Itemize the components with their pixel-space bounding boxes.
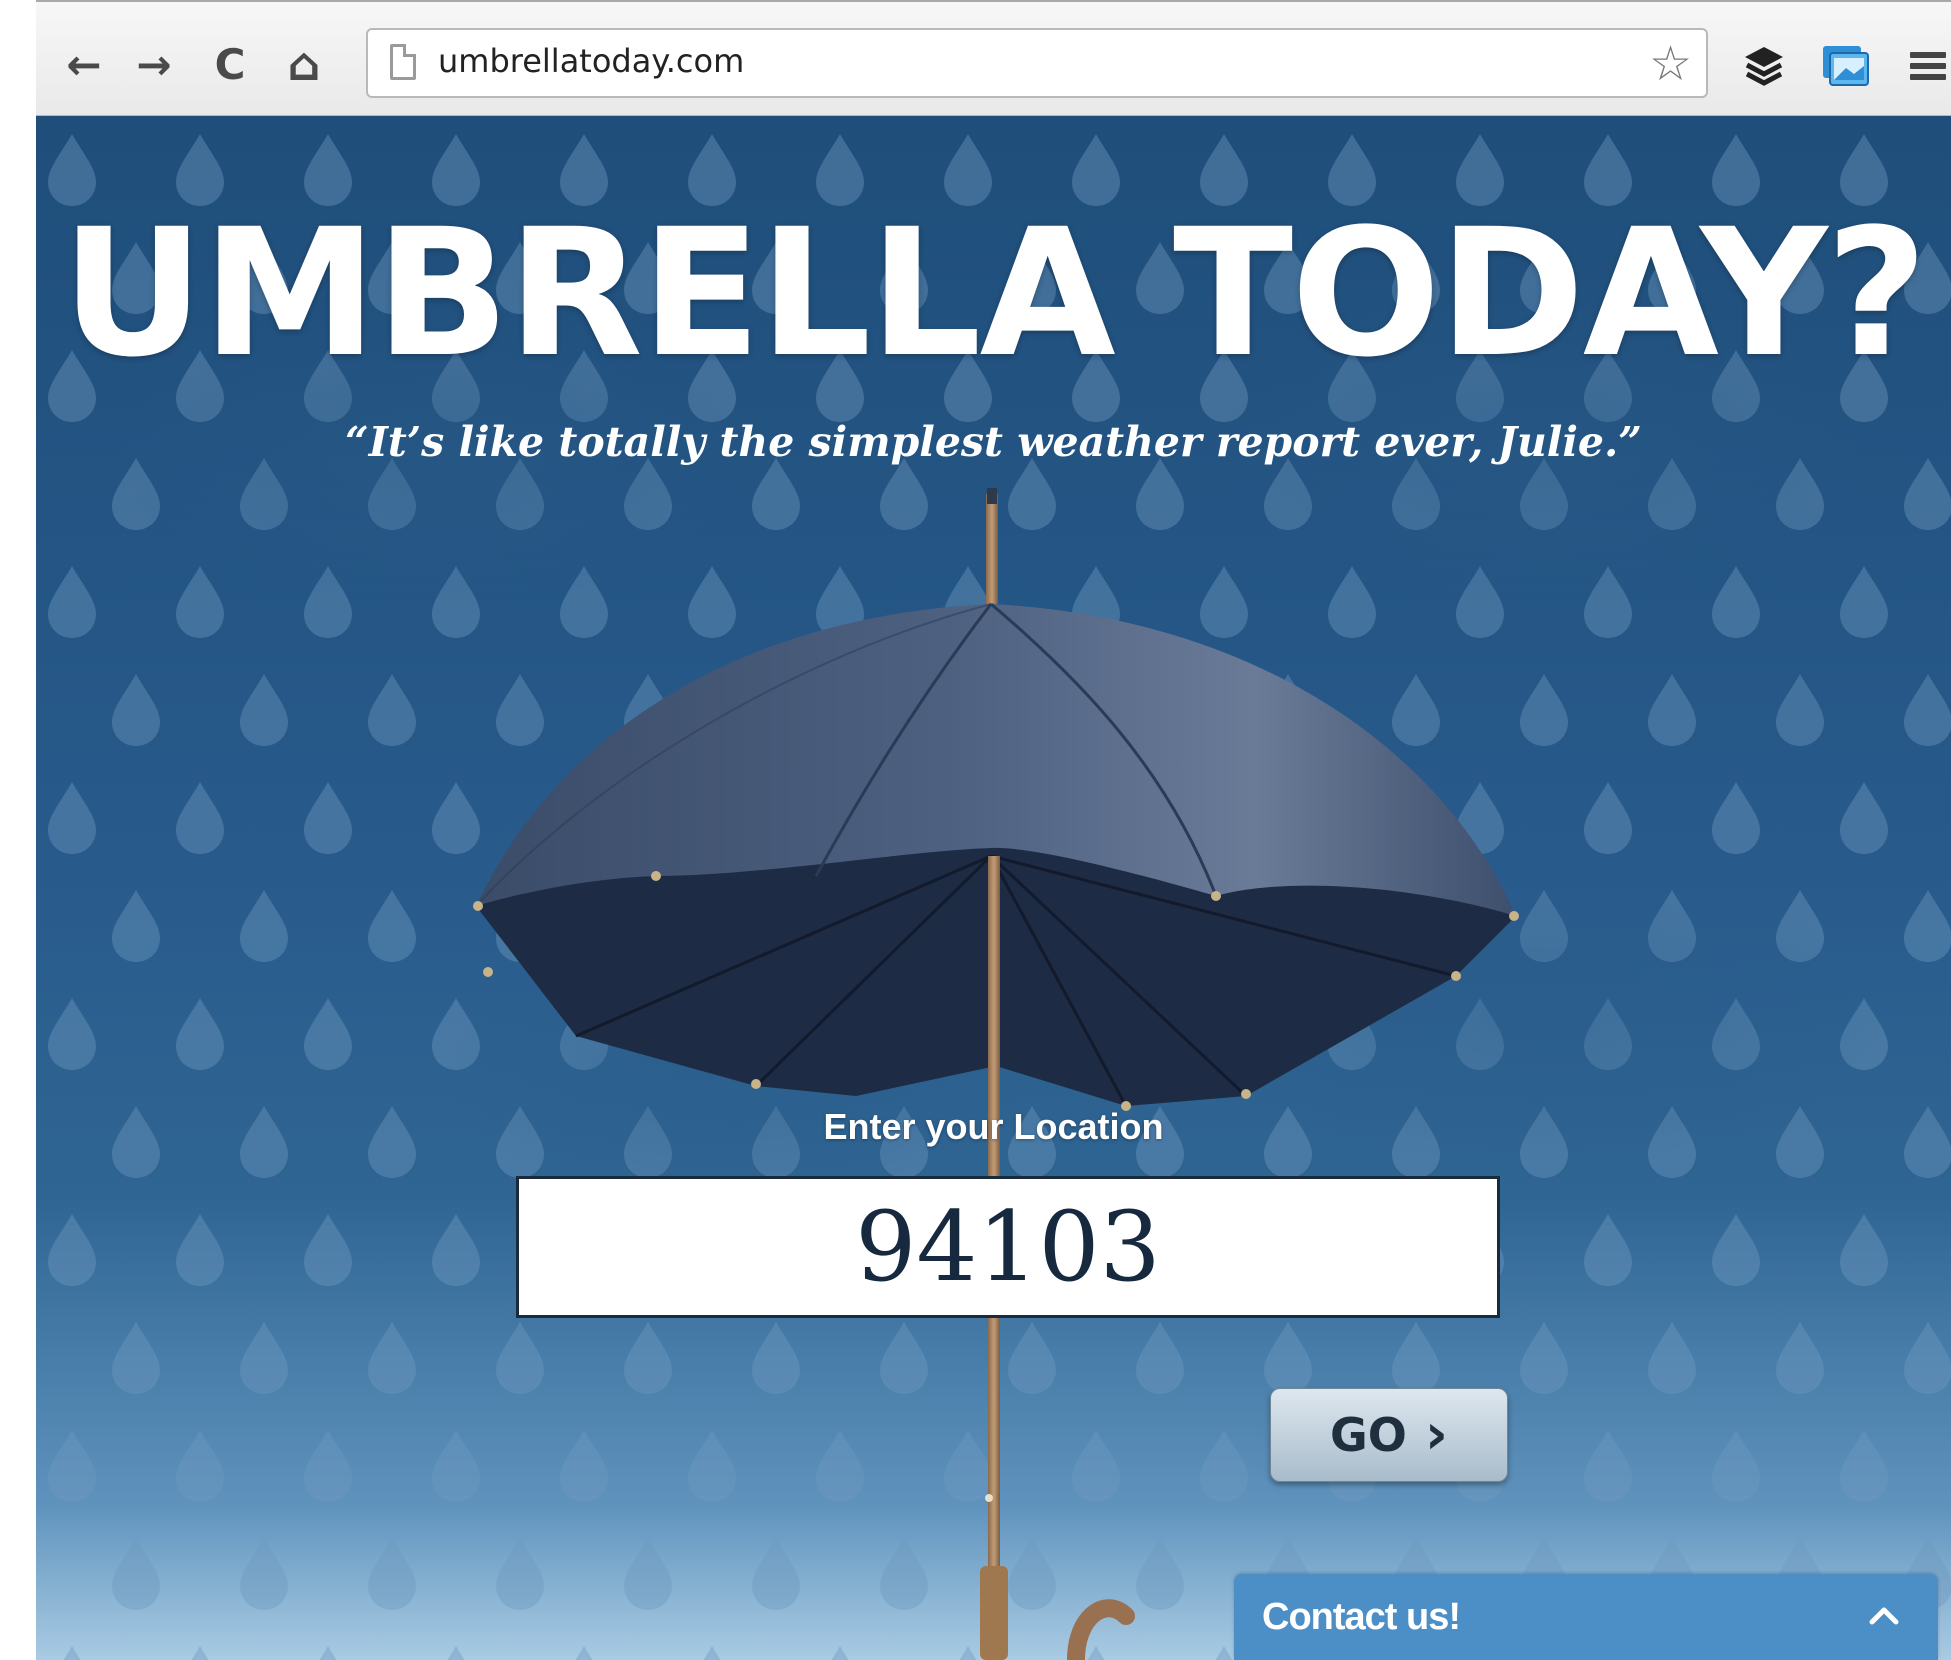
contact-widget[interactable]: Contact us!: [1234, 1574, 1938, 1660]
page-icon: [390, 44, 416, 80]
bookmark-star-icon[interactable]: ☆: [1649, 36, 1692, 92]
go-button[interactable]: GO ›: [1270, 1388, 1508, 1482]
layers-extension-icon[interactable]: [1736, 38, 1792, 94]
chevron-right-icon: ›: [1424, 1402, 1448, 1467]
back-arrow-icon[interactable]: ←: [58, 38, 110, 90]
contact-label: Contact us!: [1262, 1596, 1461, 1638]
chevron-up-icon[interactable]: [1864, 1596, 1904, 1636]
url-text[interactable]: umbrellatoday.com: [438, 42, 744, 80]
address-bar[interactable]: umbrellatoday.com ☆: [366, 28, 1708, 98]
menu-icon[interactable]: [1900, 38, 1951, 94]
browser-toolbar: ← → C ⌂ umbrellatoday.com ☆: [36, 0, 1951, 116]
screenshot-extension-icon[interactable]: [1818, 38, 1874, 94]
browser-window: ← → C ⌂ umbrellatoday.com ☆ UMBRELLA TOD…: [36, 0, 1951, 1660]
location-input[interactable]: [516, 1176, 1500, 1318]
forward-arrow-icon[interactable]: →: [128, 38, 180, 90]
home-icon[interactable]: ⌂: [278, 37, 330, 91]
page-viewport: UMBRELLA TODAY? “It’s like totally the s…: [36, 116, 1951, 1660]
site-title: UMBRELLA TODAY?: [61, 191, 1927, 396]
location-label: Enter your Location: [823, 1106, 1164, 1147]
site-tagline: “It’s like totally the simplest weather …: [345, 418, 1642, 466]
go-button-label: GO: [1330, 1408, 1407, 1462]
reload-icon[interactable]: C: [204, 38, 256, 90]
